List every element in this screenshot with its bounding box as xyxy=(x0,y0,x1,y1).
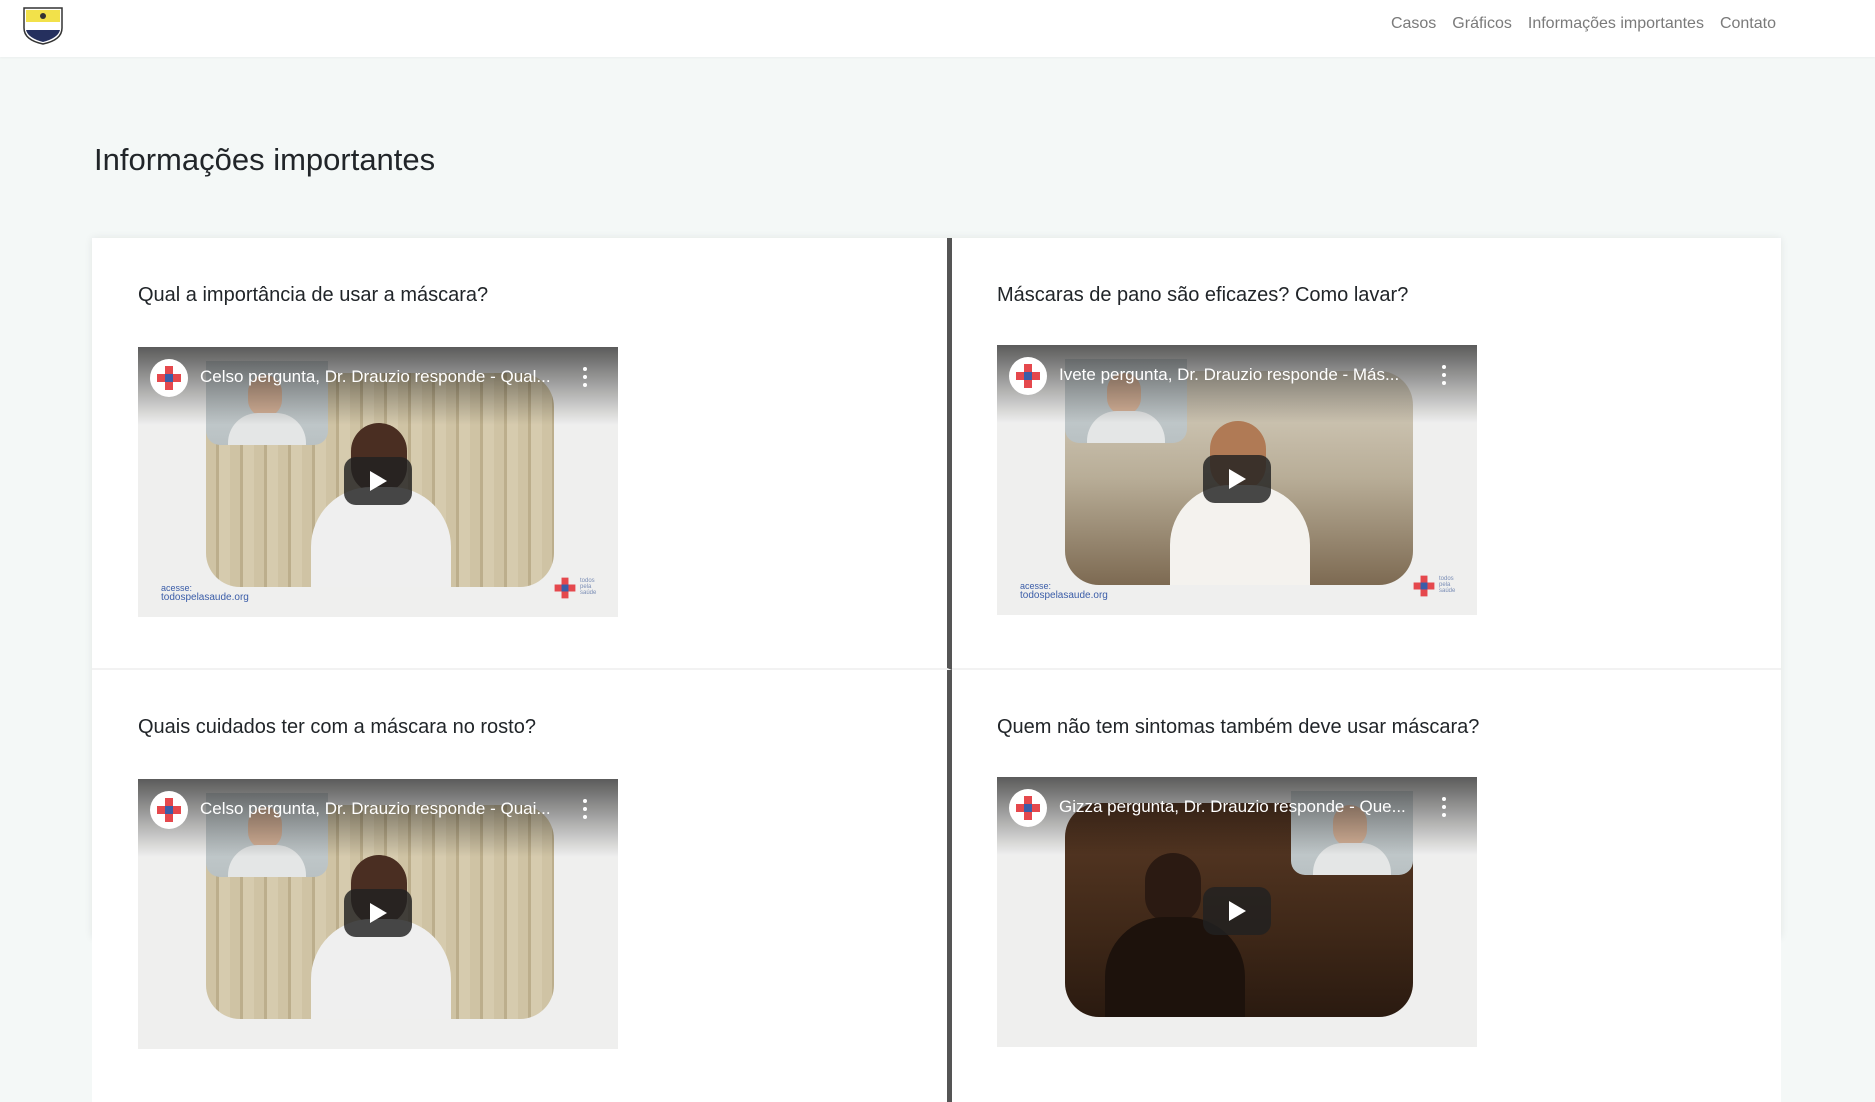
kebab-menu-icon[interactable] xyxy=(1441,365,1447,385)
todos-pela-saude-cross-icon[interactable] xyxy=(1009,357,1047,395)
play-button[interactable] xyxy=(344,457,412,505)
play-icon xyxy=(370,471,387,491)
play-icon xyxy=(1229,469,1246,489)
main-nav: Casos Gráficos Informações importantes C… xyxy=(1391,14,1776,34)
video-title[interactable]: Ivete pergunta, Dr. Drauzio responde - M… xyxy=(1059,365,1419,385)
site-logo[interactable] xyxy=(20,4,66,46)
todos-pela-saude-logo: todos pela saúde xyxy=(1411,573,1461,607)
nav-link-graficos[interactable]: Gráficos xyxy=(1452,14,1512,34)
video-footer-text: acesse: todospelasaude.org xyxy=(161,583,249,603)
footer-url: todospelasaude.org xyxy=(161,592,249,603)
video-title[interactable]: Celso pergunta, Dr. Drauzio responde - Q… xyxy=(200,367,560,387)
play-icon xyxy=(370,903,387,923)
video-title[interactable]: Celso pergunta, Dr. Drauzio responde - Q… xyxy=(200,799,560,819)
play-icon xyxy=(1229,901,1246,921)
nav-link-casos[interactable]: Casos xyxy=(1391,14,1436,34)
kebab-menu-icon[interactable] xyxy=(582,799,588,819)
nav-link-contato[interactable]: Contato xyxy=(1720,14,1776,34)
video-footer-text: acesse: todospelasaude.org xyxy=(1020,581,1108,601)
youtube-video-embed[interactable]: Celso pergunta, Dr. Drauzio responde - Q… xyxy=(138,779,618,1049)
footer-logo-text: todos pela saúde xyxy=(580,578,597,596)
footer-url: todospelasaude.org xyxy=(1020,590,1108,601)
youtube-video-embed[interactable]: Ivete pergunta, Dr. Drauzio responde - M… xyxy=(997,345,1477,615)
footer-logo-text: todos pela saúde xyxy=(1439,576,1456,594)
todos-pela-saude-cross-icon[interactable] xyxy=(150,791,188,829)
faq-video-grid: Qual a importância de usar a máscara? Ce… xyxy=(92,238,1781,1102)
faq-question: Quais cuidados ter com a máscara no rost… xyxy=(138,716,536,738)
play-button[interactable] xyxy=(1203,887,1271,935)
nav-link-informacoes-importantes[interactable]: Informações importantes xyxy=(1528,14,1704,34)
faq-question: Máscaras de pano são eficazes? Como lava… xyxy=(997,284,1409,306)
faq-question: Quem não tem sintomas também deve usar m… xyxy=(997,716,1480,738)
faq-card: Quais cuidados ter com a máscara no rost… xyxy=(92,670,952,1102)
video-person xyxy=(1170,421,1310,585)
video-person xyxy=(1105,853,1245,1017)
kebab-menu-icon[interactable] xyxy=(1441,797,1447,817)
faq-card: Quem não tem sintomas também deve usar m… xyxy=(952,670,1781,1102)
faq-card: Máscaras de pano são eficazes? Como lava… xyxy=(952,238,1781,670)
kebab-menu-icon[interactable] xyxy=(582,367,588,387)
faq-card: Qual a importância de usar a máscara? Ce… xyxy=(92,238,952,670)
todos-pela-saude-logo: todos pela saúde xyxy=(552,575,602,609)
video-title[interactable]: Gizza pergunta, Dr. Drauzio responde - Q… xyxy=(1059,797,1419,817)
youtube-video-embed[interactable]: Celso pergunta, Dr. Drauzio responde - Q… xyxy=(138,347,618,617)
youtube-video-embed[interactable]: Gizza pergunta, Dr. Drauzio responde - Q… xyxy=(997,777,1477,1047)
top-navbar: Casos Gráficos Informações importantes C… xyxy=(0,0,1875,57)
play-button[interactable] xyxy=(1203,455,1271,503)
page-title: Informações importantes xyxy=(94,142,436,177)
video-person xyxy=(311,423,451,587)
video-person xyxy=(311,855,451,1019)
todos-pela-saude-cross-icon[interactable] xyxy=(150,359,188,397)
faq-question: Qual a importância de usar a máscara? xyxy=(138,284,489,306)
play-button[interactable] xyxy=(344,889,412,937)
todos-pela-saude-cross-icon[interactable] xyxy=(1009,789,1047,827)
